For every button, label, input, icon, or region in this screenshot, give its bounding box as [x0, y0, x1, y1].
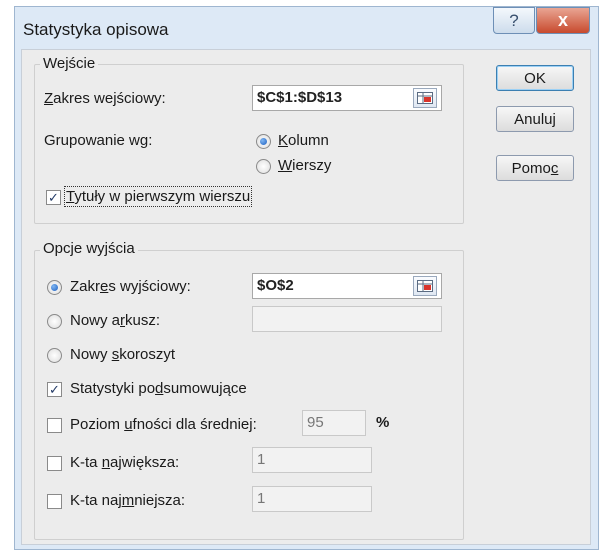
columns-label: Kolumn: [278, 132, 329, 149]
kth-smallest-label: K-ta najmniejsza:: [70, 492, 186, 509]
confidence-unit: %: [376, 414, 390, 431]
summary-stats-checkbox[interactable]: ✓: [47, 382, 62, 397]
confidence-field[interactable]: 95: [302, 410, 366, 436]
kth-largest-field[interactable]: 1: [252, 447, 372, 473]
dialog-window: Statystyka opisowa ? x Wejście Zakres we…: [14, 6, 599, 550]
input-range-label: Zakres wejściowy:: [44, 90, 166, 107]
kth-largest-label: K-ta największa:: [70, 454, 180, 471]
close-icon: x: [557, 10, 568, 30]
close-button[interactable]: x: [536, 7, 590, 34]
help-button[interactable]: Pomo c: [496, 155, 574, 181]
columns-radio[interactable]: [256, 134, 271, 149]
kth-largest-checkbox[interactable]: [47, 456, 62, 471]
help-caption-button[interactable]: ?: [493, 7, 535, 34]
kth-smallest-checkbox[interactable]: [47, 494, 62, 509]
new-sheet-field[interactable]: [252, 306, 442, 332]
dialog-title: Statystyka opisowa: [23, 20, 169, 39]
confidence-label: Poziom ufności dla średniej:: [70, 416, 257, 433]
new-sheet-label: Nowy arkusz:: [70, 312, 161, 329]
summary-stats-label: Statystyki podsumowujące: [70, 380, 247, 397]
range-select-icon[interactable]: [413, 88, 437, 108]
grouping-label: Grupowanie wg:: [44, 132, 153, 149]
confidence-checkbox[interactable]: [47, 418, 62, 433]
output-group-label: Opcje wyjścia: [40, 240, 138, 257]
output-range-radio[interactable]: [47, 280, 62, 295]
rows-label: Wierszy: [278, 157, 332, 174]
dialog-body: Wejście Zakres wejściowy: $C$1:$D$13 Gru…: [21, 49, 591, 545]
question-icon: ?: [509, 10, 519, 30]
new-workbook-radio[interactable]: [47, 348, 62, 363]
titles-checkbox[interactable]: ✓: [46, 190, 61, 205]
titles-label: Tytuły w pierwszym wierszu: [63, 186, 253, 207]
output-range-label: Zakres wyjściowy:: [70, 278, 191, 295]
input-group-label: Wejście: [40, 55, 99, 72]
rows-radio[interactable]: [256, 159, 271, 174]
cancel-button[interactable]: Anuluj: [496, 106, 574, 132]
new-workbook-label: Nowy skoroszyt: [70, 346, 176, 363]
range-select-icon[interactable]: [413, 276, 437, 296]
new-sheet-radio[interactable]: [47, 314, 62, 329]
kth-smallest-field[interactable]: 1: [252, 486, 372, 512]
ok-button[interactable]: OK: [496, 65, 574, 91]
